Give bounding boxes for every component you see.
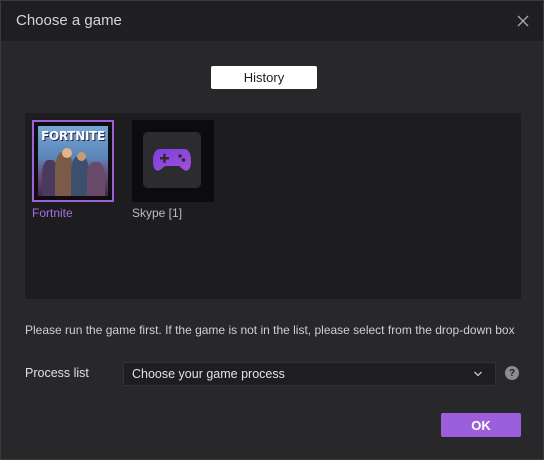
process-list-label: Process list xyxy=(25,366,89,380)
fortnite-thumbnail: FORTNITE xyxy=(32,120,114,202)
history-button[interactable]: History xyxy=(211,66,317,89)
chevron-down-icon xyxy=(474,371,482,377)
process-dropdown-value: Choose your game process xyxy=(132,367,285,381)
close-icon[interactable] xyxy=(513,11,533,31)
skype-thumbnail xyxy=(132,120,214,202)
ok-button[interactable]: OK xyxy=(441,413,521,437)
process-dropdown[interactable]: Choose your game process xyxy=(123,362,496,386)
gamepad-icon xyxy=(153,149,191,171)
instruction-text: Please run the game first. If the game i… xyxy=(25,323,515,337)
games-list-panel: FORTNITE Fortnite Skype [1] xyxy=(25,113,521,299)
game-label-skype: Skype [1] xyxy=(132,206,183,220)
help-icon[interactable]: ? xyxy=(505,366,519,380)
gamepad-icon-box xyxy=(143,132,201,188)
fortnite-logo-text: FORTNITE xyxy=(41,129,105,143)
game-label-fortnite: Fortnite xyxy=(32,206,73,220)
game-tile-skype[interactable]: Skype [1] xyxy=(132,120,214,220)
choose-game-dialog: Choose a game History FORTNITE Fortnite … xyxy=(0,0,544,460)
title-bar[interactable]: Choose a game xyxy=(1,1,543,41)
dialog-title: Choose a game xyxy=(16,12,122,29)
game-tile-fortnite[interactable]: FORTNITE Fortnite xyxy=(32,120,114,220)
fortnite-cover-art: FORTNITE xyxy=(38,126,108,196)
